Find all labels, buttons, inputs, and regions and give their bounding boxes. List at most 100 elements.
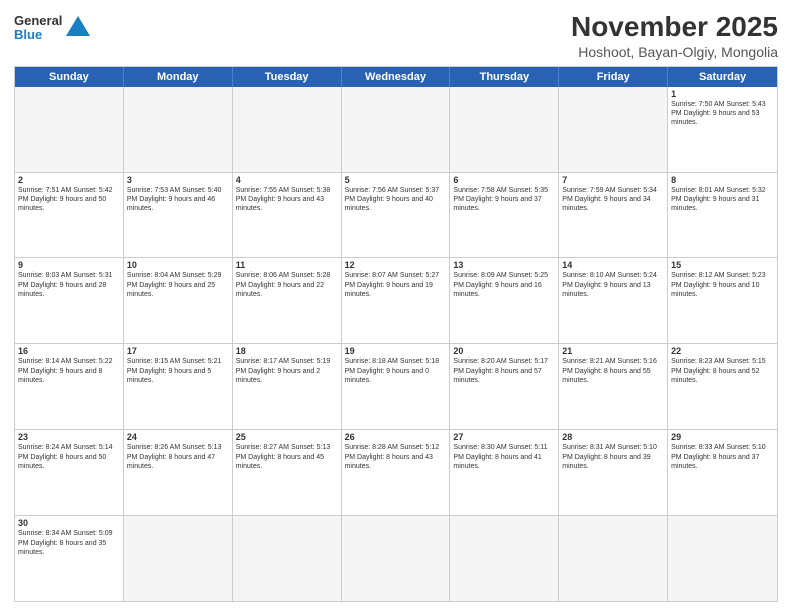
- calendar-cell: 25Sunrise: 8:27 AM Sunset: 5:13 PM Dayli…: [233, 430, 342, 515]
- calendar-cell: 26Sunrise: 8:28 AM Sunset: 5:12 PM Dayli…: [342, 430, 451, 515]
- calendar-cell: 30Sunrise: 8:34 AM Sunset: 5:09 PM Dayli…: [15, 516, 124, 601]
- calendar-cell: [342, 516, 451, 601]
- main-title: November 2025: [571, 10, 778, 44]
- cell-info: Sunrise: 7:59 AM Sunset: 5:34 PM Dayligh…: [562, 186, 664, 214]
- header-day-thursday: Thursday: [450, 67, 559, 87]
- calendar-cell: [342, 87, 451, 172]
- calendar-cell: 24Sunrise: 8:26 AM Sunset: 5:13 PM Dayli…: [124, 430, 233, 515]
- header: GeneralBlue November 2025 Hoshoot, Bayan…: [14, 10, 778, 60]
- calendar-cell: 16Sunrise: 8:14 AM Sunset: 5:22 PM Dayli…: [15, 344, 124, 429]
- calendar-cell: 4Sunrise: 7:55 AM Sunset: 5:38 PM Daylig…: [233, 173, 342, 258]
- calendar: SundayMondayTuesdayWednesdayThursdayFrid…: [14, 66, 778, 602]
- calendar-cell: [124, 87, 233, 172]
- day-number: 20: [453, 346, 555, 356]
- day-number: 21: [562, 346, 664, 356]
- calendar-cell: 27Sunrise: 8:30 AM Sunset: 5:11 PM Dayli…: [450, 430, 559, 515]
- calendar-cell: 12Sunrise: 8:07 AM Sunset: 5:27 PM Dayli…: [342, 258, 451, 343]
- calendar-cell: [450, 516, 559, 601]
- calendar-cell: 19Sunrise: 8:18 AM Sunset: 5:18 PM Dayli…: [342, 344, 451, 429]
- calendar-row-1: 2Sunrise: 7:51 AM Sunset: 5:42 PM Daylig…: [15, 173, 777, 259]
- calendar-cell: [559, 87, 668, 172]
- cell-info: Sunrise: 8:12 AM Sunset: 5:23 PM Dayligh…: [671, 271, 774, 299]
- cell-info: Sunrise: 8:23 AM Sunset: 5:15 PM Dayligh…: [671, 357, 774, 385]
- cell-info: Sunrise: 8:09 AM Sunset: 5:25 PM Dayligh…: [453, 271, 555, 299]
- calendar-cell: 5Sunrise: 7:56 AM Sunset: 5:37 PM Daylig…: [342, 173, 451, 258]
- day-number: 3: [127, 175, 229, 185]
- day-number: 13: [453, 260, 555, 270]
- cell-info: Sunrise: 7:58 AM Sunset: 5:35 PM Dayligh…: [453, 186, 555, 214]
- calendar-cell: 9Sunrise: 8:03 AM Sunset: 5:31 PM Daylig…: [15, 258, 124, 343]
- calendar-cell: [668, 516, 777, 601]
- day-number: 30: [18, 518, 120, 528]
- calendar-cell: 3Sunrise: 7:53 AM Sunset: 5:40 PM Daylig…: [124, 173, 233, 258]
- cell-info: Sunrise: 8:17 AM Sunset: 5:19 PM Dayligh…: [236, 357, 338, 385]
- calendar-cell: [15, 87, 124, 172]
- day-number: 16: [18, 346, 120, 356]
- calendar-cell: 10Sunrise: 8:04 AM Sunset: 5:29 PM Dayli…: [124, 258, 233, 343]
- cell-info: Sunrise: 8:26 AM Sunset: 5:13 PM Dayligh…: [127, 443, 229, 471]
- cell-info: Sunrise: 8:14 AM Sunset: 5:22 PM Dayligh…: [18, 357, 120, 385]
- calendar-header: SundayMondayTuesdayWednesdayThursdayFrid…: [15, 67, 777, 87]
- day-number: 28: [562, 432, 664, 442]
- day-number: 2: [18, 175, 120, 185]
- calendar-row-2: 9Sunrise: 8:03 AM Sunset: 5:31 PM Daylig…: [15, 258, 777, 344]
- day-number: 26: [345, 432, 447, 442]
- day-number: 29: [671, 432, 774, 442]
- day-number: 10: [127, 260, 229, 270]
- day-number: 5: [345, 175, 447, 185]
- cell-info: Sunrise: 8:30 AM Sunset: 5:11 PM Dayligh…: [453, 443, 555, 471]
- sub-title: Hoshoot, Bayan-Olgiy, Mongolia: [571, 44, 778, 60]
- cell-info: Sunrise: 8:27 AM Sunset: 5:13 PM Dayligh…: [236, 443, 338, 471]
- calendar-cell: 14Sunrise: 8:10 AM Sunset: 5:24 PM Dayli…: [559, 258, 668, 343]
- day-number: 1: [671, 89, 774, 99]
- day-number: 15: [671, 260, 774, 270]
- cell-info: Sunrise: 8:34 AM Sunset: 5:09 PM Dayligh…: [18, 529, 120, 557]
- cell-info: Sunrise: 8:15 AM Sunset: 5:21 PM Dayligh…: [127, 357, 229, 385]
- day-number: 23: [18, 432, 120, 442]
- day-number: 14: [562, 260, 664, 270]
- calendar-cell: 21Sunrise: 8:21 AM Sunset: 5:16 PM Dayli…: [559, 344, 668, 429]
- logo-icon: [64, 14, 92, 42]
- cell-info: Sunrise: 8:28 AM Sunset: 5:12 PM Dayligh…: [345, 443, 447, 471]
- header-day-friday: Friday: [559, 67, 668, 87]
- calendar-cell: 8Sunrise: 8:01 AM Sunset: 5:32 PM Daylig…: [668, 173, 777, 258]
- calendar-cell: 6Sunrise: 7:58 AM Sunset: 5:35 PM Daylig…: [450, 173, 559, 258]
- calendar-cell: [233, 87, 342, 172]
- calendar-cell: 23Sunrise: 8:24 AM Sunset: 5:14 PM Dayli…: [15, 430, 124, 515]
- header-day-tuesday: Tuesday: [233, 67, 342, 87]
- calendar-cell: 29Sunrise: 8:33 AM Sunset: 5:10 PM Dayli…: [668, 430, 777, 515]
- header-day-monday: Monday: [124, 67, 233, 87]
- cell-info: Sunrise: 8:06 AM Sunset: 5:28 PM Dayligh…: [236, 271, 338, 299]
- cell-info: Sunrise: 7:55 AM Sunset: 5:38 PM Dayligh…: [236, 186, 338, 214]
- cell-info: Sunrise: 7:50 AM Sunset: 5:43 PM Dayligh…: [671, 100, 774, 128]
- cell-info: Sunrise: 8:04 AM Sunset: 5:29 PM Dayligh…: [127, 271, 229, 299]
- calendar-cell: 2Sunrise: 7:51 AM Sunset: 5:42 PM Daylig…: [15, 173, 124, 258]
- day-number: 9: [18, 260, 120, 270]
- calendar-cell: 18Sunrise: 8:17 AM Sunset: 5:19 PM Dayli…: [233, 344, 342, 429]
- day-number: 27: [453, 432, 555, 442]
- logo-text: GeneralBlue: [14, 14, 62, 43]
- header-day-sunday: Sunday: [15, 67, 124, 87]
- calendar-cell: 15Sunrise: 8:12 AM Sunset: 5:23 PM Dayli…: [668, 258, 777, 343]
- day-number: 12: [345, 260, 447, 270]
- day-number: 18: [236, 346, 338, 356]
- title-area: November 2025 Hoshoot, Bayan-Olgiy, Mong…: [571, 10, 778, 60]
- calendar-row-4: 23Sunrise: 8:24 AM Sunset: 5:14 PM Dayli…: [15, 430, 777, 516]
- calendar-body: 1Sunrise: 7:50 AM Sunset: 5:43 PM Daylig…: [15, 87, 777, 601]
- cell-info: Sunrise: 8:31 AM Sunset: 5:10 PM Dayligh…: [562, 443, 664, 471]
- calendar-cell: 22Sunrise: 8:23 AM Sunset: 5:15 PM Dayli…: [668, 344, 777, 429]
- cell-info: Sunrise: 8:18 AM Sunset: 5:18 PM Dayligh…: [345, 357, 447, 385]
- cell-info: Sunrise: 8:24 AM Sunset: 5:14 PM Dayligh…: [18, 443, 120, 471]
- day-number: 8: [671, 175, 774, 185]
- cell-info: Sunrise: 7:51 AM Sunset: 5:42 PM Dayligh…: [18, 186, 120, 214]
- calendar-cell: [559, 516, 668, 601]
- cell-info: Sunrise: 8:10 AM Sunset: 5:24 PM Dayligh…: [562, 271, 664, 299]
- calendar-cell: [233, 516, 342, 601]
- calendar-cell: 17Sunrise: 8:15 AM Sunset: 5:21 PM Dayli…: [124, 344, 233, 429]
- cell-info: Sunrise: 8:20 AM Sunset: 5:17 PM Dayligh…: [453, 357, 555, 385]
- calendar-row-3: 16Sunrise: 8:14 AM Sunset: 5:22 PM Dayli…: [15, 344, 777, 430]
- page: GeneralBlue November 2025 Hoshoot, Bayan…: [0, 0, 792, 612]
- cell-info: Sunrise: 8:03 AM Sunset: 5:31 PM Dayligh…: [18, 271, 120, 299]
- calendar-cell: 7Sunrise: 7:59 AM Sunset: 5:34 PM Daylig…: [559, 173, 668, 258]
- calendar-cell: [124, 516, 233, 601]
